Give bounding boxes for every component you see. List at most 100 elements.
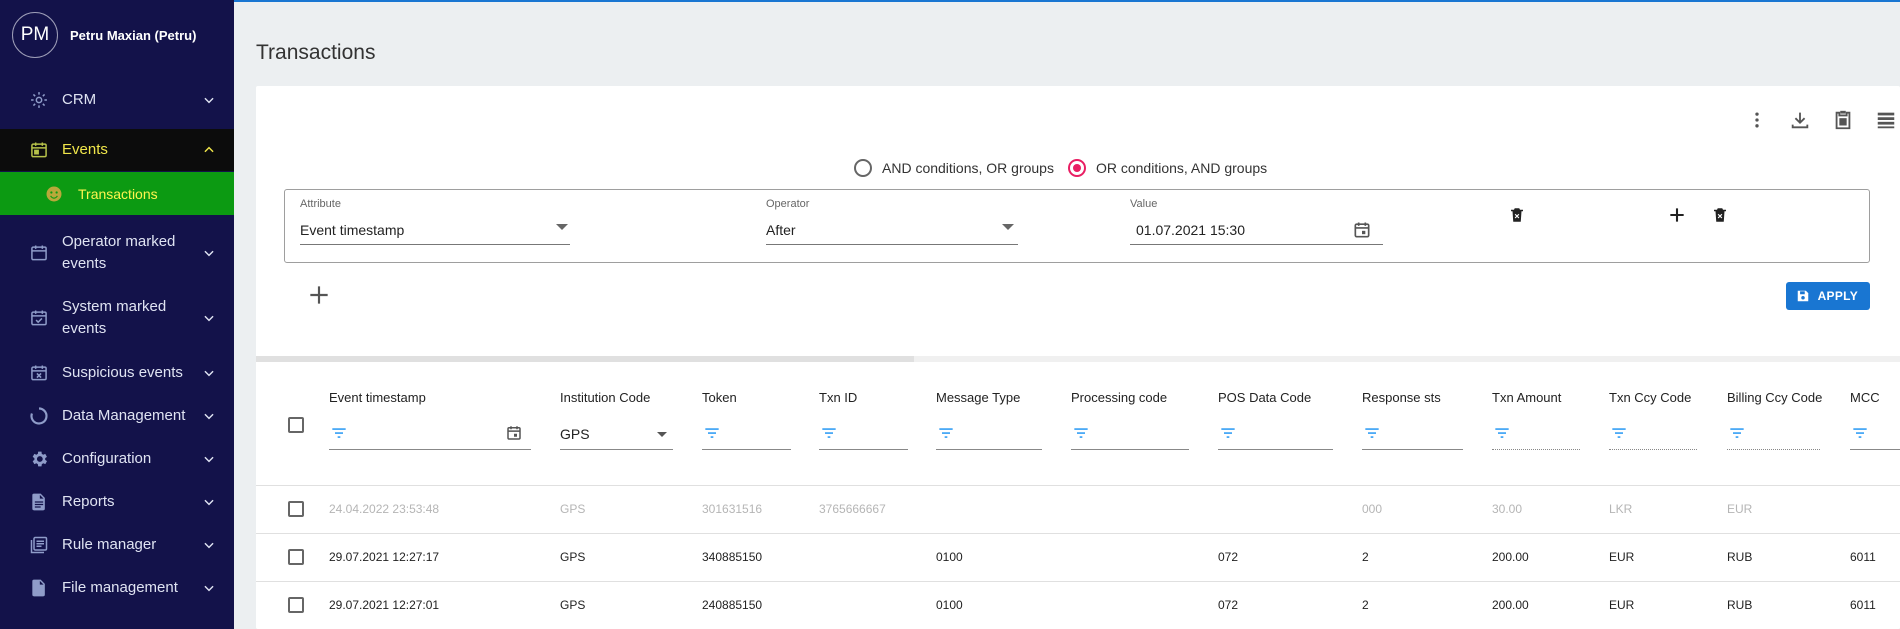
operator-value[interactable]: After	[766, 222, 796, 238]
column-header[interactable]: Institution Code	[560, 390, 650, 405]
radio-and-conditions[interactable]: AND conditions, OR groups	[854, 159, 1054, 177]
dropdown-arrow-icon[interactable]	[556, 224, 568, 230]
view-list-icon[interactable]	[1872, 106, 1900, 134]
sidebar-item-events[interactable]: Events	[0, 129, 234, 171]
filter-mcc[interactable]	[1850, 418, 1900, 450]
chevron-down-icon	[204, 250, 214, 257]
more-vert-icon[interactable]	[1743, 106, 1771, 134]
row-checkbox[interactable]	[288, 597, 304, 613]
sidebar-item-transactions[interactable]: Transactions	[0, 172, 234, 215]
value-date-field[interactable]: Value 01.07.2021 15:30	[1130, 198, 1383, 245]
filter-icon	[332, 428, 346, 438]
calendar-icon[interactable]	[505, 424, 523, 442]
column-header[interactable]: Response sts	[1362, 390, 1441, 405]
filter-pos-data-code[interactable]	[1218, 418, 1333, 450]
filter-txn-id[interactable]	[819, 418, 908, 450]
calendar-x-icon	[29, 363, 49, 383]
table-cell: 000	[1362, 502, 1383, 516]
sidebar-item-data-management[interactable]: Data Management	[0, 395, 234, 437]
sidebar-item-reports[interactable]: Reports	[0, 481, 234, 523]
institution-filter-value[interactable]: GPS	[560, 426, 590, 442]
sidebar-item-label: Data Management	[62, 407, 186, 424]
row-checkbox[interactable]	[288, 549, 304, 565]
condition-logic-group: AND conditions, OR groups OR conditions,…	[854, 159, 1281, 177]
table-cell: GPS	[560, 502, 586, 516]
filter-icon	[1074, 428, 1088, 438]
table-row[interactable]: 29.07.2021 12:27:01 GPS 240885150 0100 0…	[256, 582, 1900, 629]
face-icon	[44, 184, 64, 204]
column-header[interactable]: Token	[702, 390, 737, 405]
filter-icon	[1495, 428, 1509, 438]
table-cell: RUB	[1727, 550, 1753, 564]
transactions-card: AND conditions, OR groups OR conditions,…	[256, 86, 1900, 629]
sidebar-item-crm[interactable]: CRM	[0, 79, 234, 121]
sidebar-item-rule-manager[interactable]: Rule manager	[0, 524, 234, 566]
user-profile[interactable]: PM Petru Maxian (Petru)	[12, 12, 196, 58]
avatar[interactable]: PM	[12, 12, 58, 58]
table-cell: 200.00	[1492, 598, 1529, 612]
sidebar-item-system-marked-events[interactable]: System marked events	[0, 288, 234, 348]
sidebar-item-label: File management	[62, 579, 178, 596]
dropdown-arrow-icon[interactable]	[657, 432, 667, 437]
attribute-select[interactable]: Attribute Event timestamp	[300, 198, 570, 245]
column-header[interactable]: Processing code	[1071, 390, 1167, 405]
radio-circle[interactable]	[854, 159, 872, 177]
clipboard-icon[interactable]	[1829, 106, 1857, 134]
column-header[interactable]: Txn ID	[819, 390, 857, 405]
apply-button[interactable]: APPLY	[1785, 282, 1870, 310]
table-cell: 0100	[936, 598, 963, 612]
filter-institution-code[interactable]: GPS	[560, 418, 673, 450]
column-header[interactable]: POS Data Code	[1218, 390, 1311, 405]
sidebar-item-label: Rule manager	[62, 536, 157, 553]
filter-txn-amount[interactable]	[1492, 418, 1580, 450]
table-cell: 200.00	[1492, 550, 1529, 564]
delete-group-icon[interactable]	[1709, 204, 1731, 226]
delete-condition-icon[interactable]	[1506, 204, 1528, 226]
row-checkbox[interactable]	[288, 501, 304, 517]
filter-txn-ccy-code[interactable]	[1609, 418, 1697, 450]
select-all-checkbox[interactable]	[288, 417, 304, 433]
download-icon[interactable]	[1786, 106, 1814, 134]
sidebar-item-label: System marked events	[62, 298, 167, 337]
filter-icon	[1612, 428, 1626, 438]
chevron-down-icon	[204, 585, 214, 592]
filter-processing-code[interactable]	[1071, 418, 1189, 450]
filter-icon	[1730, 428, 1744, 438]
table-row[interactable]: 24.04.2022 23:53:48 GPS 301631516 376566…	[256, 486, 1900, 534]
sidebar-item-suspicious-events[interactable]: Suspicious events	[0, 352, 234, 394]
radio-or-conditions[interactable]: OR conditions, AND groups	[1067, 159, 1268, 177]
radio-label: AND conditions, OR groups	[882, 160, 1054, 176]
add-group-icon[interactable]	[306, 282, 332, 308]
filter-message-type[interactable]	[936, 418, 1042, 450]
sidebar-item-label: Reports	[62, 493, 115, 510]
table-cell: EUR	[1609, 598, 1635, 612]
filter-response-sts[interactable]	[1362, 418, 1463, 450]
gear-icon	[29, 90, 49, 110]
calendar-icon[interactable]	[1352, 220, 1372, 240]
column-header[interactable]: Event timestamp	[329, 390, 426, 405]
dropdown-arrow-icon[interactable]	[1002, 224, 1014, 230]
column-header[interactable]: Txn Ccy Code	[1609, 390, 1691, 405]
radio-circle[interactable]	[1067, 159, 1086, 177]
column-header[interactable]: Txn Amount	[1492, 390, 1561, 405]
column-header[interactable]: Message Type	[936, 390, 1020, 405]
table-row[interactable]: 29.07.2021 12:27:17 GPS 340885150 0100 0…	[256, 534, 1900, 582]
column-header[interactable]: MCC	[1850, 390, 1880, 405]
list-icon	[29, 535, 49, 555]
radio-label: OR conditions, AND groups	[1095, 160, 1268, 176]
attribute-value[interactable]: Event timestamp	[300, 222, 404, 238]
column-header[interactable]: Billing Ccy Code	[1727, 390, 1822, 405]
operator-select[interactable]: Operator After	[766, 198, 1018, 245]
toolbar	[1728, 106, 1900, 134]
filter-token[interactable]	[702, 418, 791, 450]
add-condition-icon[interactable]	[1666, 204, 1688, 226]
filter-event-timestamp[interactable]	[329, 418, 531, 450]
sidebar-item-configuration[interactable]: Configuration	[0, 438, 234, 480]
chevron-down-icon	[204, 97, 214, 104]
value-input[interactable]: 01.07.2021 15:30	[1136, 222, 1245, 238]
sidebar: PM Petru Maxian (Petru) CRM Events Trans…	[0, 0, 234, 629]
filter-icon	[822, 428, 836, 438]
filter-billing-ccy-code[interactable]	[1727, 418, 1820, 450]
sidebar-item-operator-marked-events[interactable]: Operator marked events	[0, 223, 234, 283]
sidebar-item-file-management[interactable]: File management	[0, 567, 234, 609]
